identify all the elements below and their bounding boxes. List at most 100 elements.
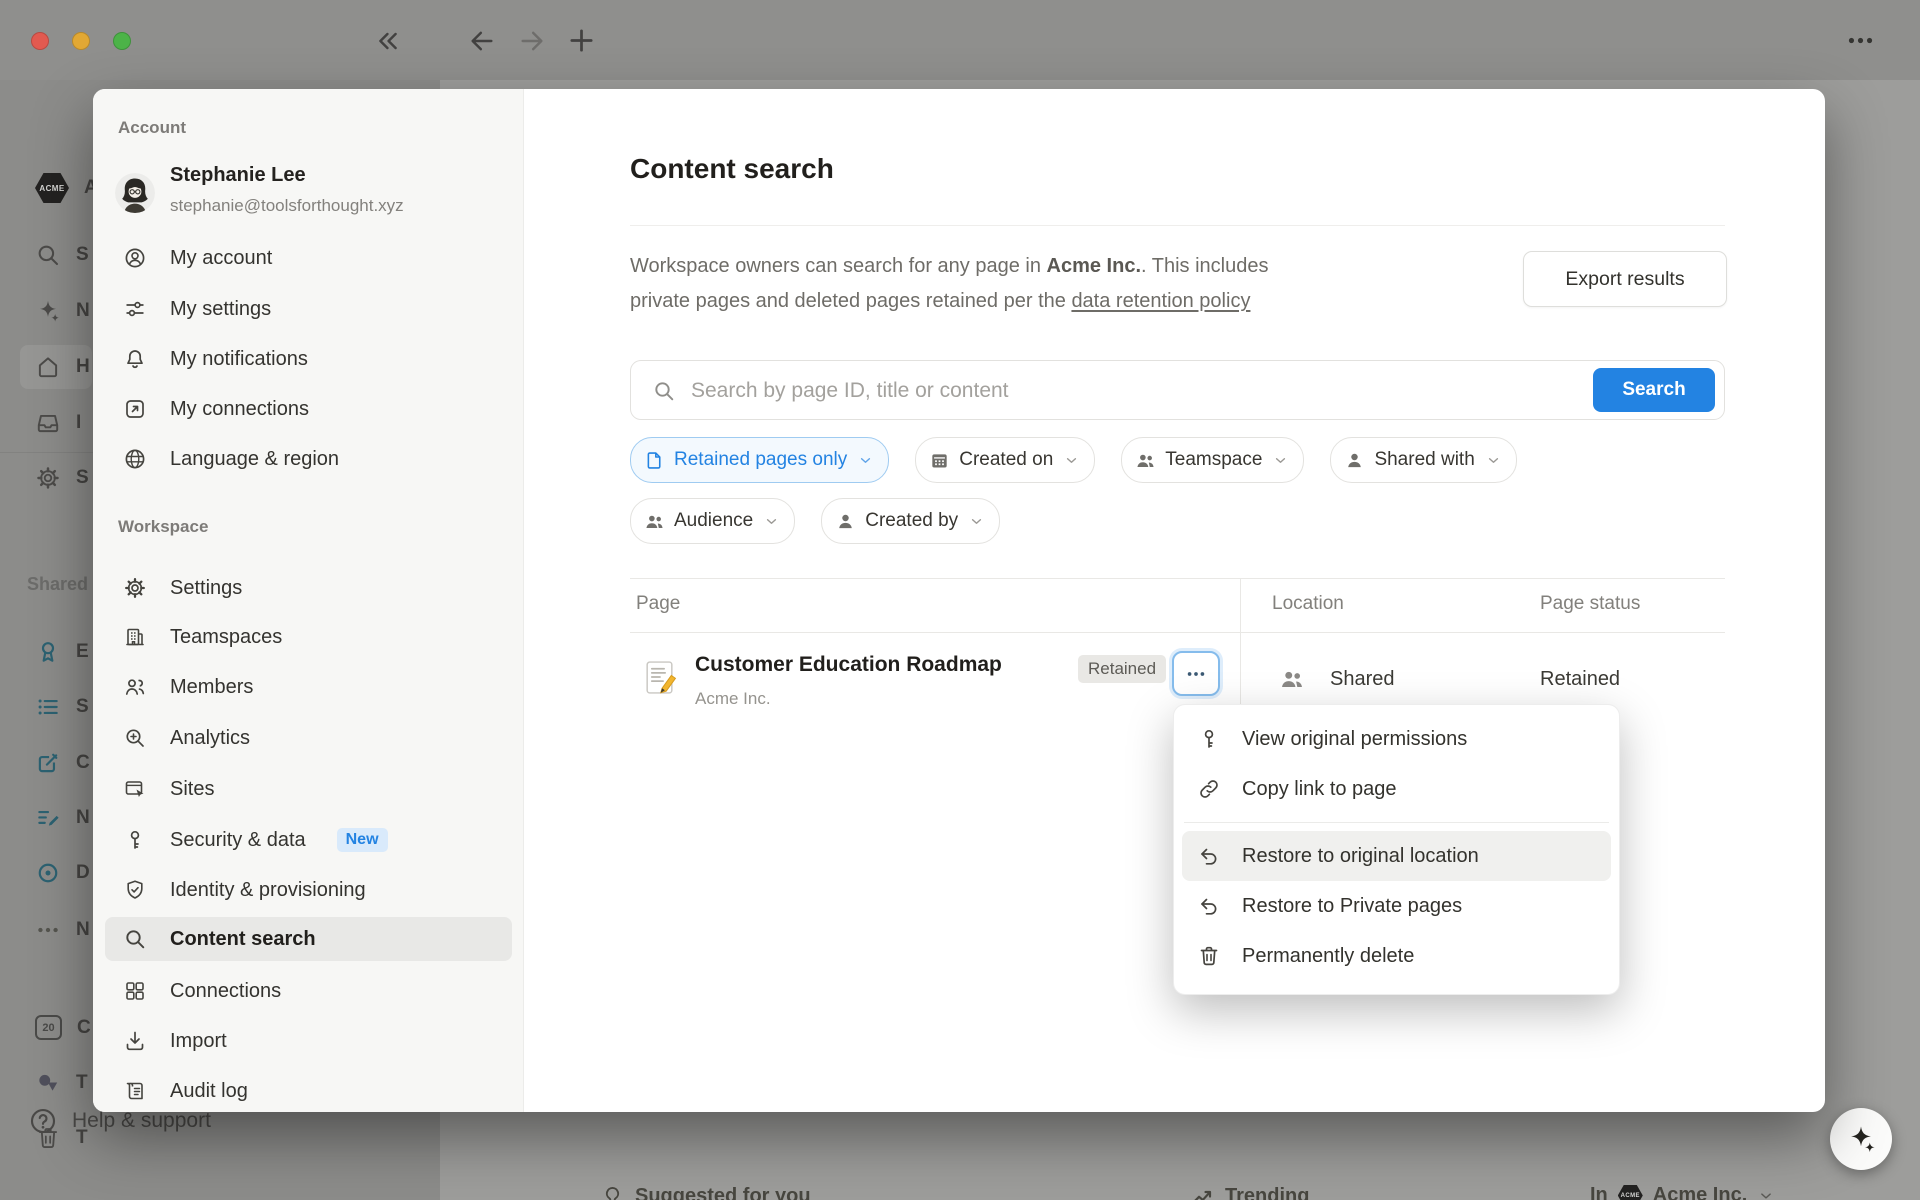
- people-icon: [1135, 450, 1156, 471]
- sparkles-icon: [35, 298, 61, 324]
- forward-icon[interactable]: [518, 27, 546, 55]
- page-workspace-subtitle: Acme Inc.: [695, 689, 771, 709]
- background-sidebar-item-search: S: [35, 242, 89, 268]
- zoom-window-button[interactable]: [113, 32, 131, 50]
- undo-icon: [1197, 844, 1221, 868]
- people-icon: [123, 675, 147, 699]
- row-more-button[interactable]: [1172, 651, 1220, 696]
- sidebar-item-my-settings[interactable]: My settings: [105, 287, 512, 331]
- menu-item-view-original-permissions[interactable]: View original permissions: [1182, 714, 1611, 764]
- retained-badge: Retained: [1078, 655, 1166, 683]
- sidebar-item-my-connections[interactable]: My connections: [105, 387, 512, 431]
- sidebar-item-analytics[interactable]: Analytics: [105, 716, 512, 760]
- grid-icon: [123, 979, 147, 1003]
- sidebar-item-members[interactable]: Members: [105, 665, 512, 709]
- background-sidebar-item-ai: N: [35, 298, 90, 324]
- list-pencil-icon: [35, 805, 61, 831]
- background-shared-section-label: Shared: [27, 574, 88, 595]
- magnifier-plus-icon: [123, 726, 147, 750]
- ai-assistant-button[interactable]: [1830, 1108, 1892, 1170]
- chevron-down-icon: [968, 513, 985, 530]
- trash-icon: [1197, 944, 1221, 968]
- user-name: Stephanie Lee: [170, 164, 306, 187]
- back-icon[interactable]: [468, 27, 496, 55]
- search-icon: [652, 379, 676, 403]
- avatar: [115, 173, 155, 213]
- chevron-down-icon: [1272, 452, 1289, 469]
- dots-icon: [35, 917, 61, 943]
- menu-item-permanently-delete[interactable]: Permanently delete: [1182, 931, 1611, 981]
- acme-logo: ACME: [35, 173, 69, 203]
- key-icon: [123, 828, 147, 852]
- background-page-item: N: [35, 805, 90, 831]
- building-icon: [123, 625, 147, 649]
- workspace-name: Acme Inc.: [1047, 255, 1141, 277]
- sidebar-item-content-search[interactable]: Content search: [105, 917, 512, 961]
- calendar-icon: 20: [35, 1015, 62, 1040]
- filter-teamspace[interactable]: Teamspace: [1121, 437, 1304, 483]
- new-tab-icon[interactable]: [566, 25, 597, 56]
- trending-up-icon: [1190, 1184, 1215, 1200]
- background-page-item: E: [35, 639, 89, 665]
- sidebar-item-my-account[interactable]: My account: [105, 236, 512, 280]
- sidebar-item-sites[interactable]: Sites: [105, 767, 512, 811]
- column-header-location: Location: [1272, 593, 1344, 615]
- window-more-icon[interactable]: [1845, 25, 1876, 56]
- suggested-for-you: Suggested for you: [600, 1184, 811, 1200]
- undo-icon: [1197, 894, 1221, 918]
- column-header-page-status: Page status: [1540, 593, 1640, 615]
- person-icon: [835, 511, 856, 532]
- table-top-border: [630, 578, 1725, 579]
- page-description: Workspace owners can search for any page…: [630, 249, 1430, 319]
- background-page-item: C: [35, 750, 90, 776]
- home-icon: [35, 354, 61, 380]
- page-title-link[interactable]: Customer Education Roadmap: [695, 653, 1002, 677]
- sidebar-item-import[interactable]: Import: [105, 1019, 512, 1063]
- trending: Trending: [1190, 1184, 1309, 1200]
- list-icon: [35, 694, 61, 720]
- download-icon: [123, 1029, 147, 1053]
- sidebar-item-security-data[interactable]: Security & dataNew: [105, 818, 512, 862]
- browser-cursor-icon: [123, 777, 147, 801]
- filter-created-by[interactable]: Created by: [821, 498, 1000, 544]
- sparkle-icon: [1845, 1123, 1877, 1155]
- menu-item-restore-private-pages[interactable]: Restore to Private pages: [1182, 881, 1611, 931]
- close-window-button[interactable]: [31, 32, 49, 50]
- workspace-section-label: Workspace: [118, 517, 208, 537]
- sidebar-item-teamspaces[interactable]: Teamspaces: [105, 615, 512, 659]
- sidebar-item-audit-log[interactable]: Audit log: [105, 1069, 512, 1112]
- export-results-button[interactable]: Export results: [1523, 251, 1727, 307]
- background-sidebar-item-inbox: I: [35, 410, 81, 436]
- minimize-window-button[interactable]: [72, 32, 90, 50]
- sidebar-item-connections[interactable]: Connections: [105, 969, 512, 1013]
- document-icon: [644, 450, 665, 471]
- settings-sidebar: Account Stephanie Lee stephanie@toolsfor…: [93, 89, 524, 1112]
- background-workspace-switcher: ACME A: [35, 173, 98, 203]
- page-status-value: Retained: [1540, 668, 1620, 691]
- filter-shared-with[interactable]: Shared with: [1330, 437, 1516, 483]
- scroll-icon: [123, 1079, 147, 1103]
- search-button[interactable]: Search: [1593, 368, 1715, 412]
- sidebar-item-identity-provisioning[interactable]: Identity & provisioning: [105, 868, 512, 912]
- gear-icon: [123, 576, 147, 600]
- key-icon: [1197, 727, 1221, 751]
- filter-audience[interactable]: Audience: [630, 498, 795, 544]
- menu-item-copy-link[interactable]: Copy link to page: [1182, 764, 1611, 814]
- sidebar-item-my-notifications[interactable]: My notifications: [105, 337, 512, 381]
- sidebar-item-language-region[interactable]: Language & region: [105, 437, 512, 481]
- sidebar-item-settings[interactable]: Settings: [105, 566, 512, 610]
- search-input[interactable]: [689, 362, 1553, 420]
- filter-row-1: Retained pages only Created on Teamspace…: [630, 437, 1517, 483]
- person-icon: [1344, 450, 1365, 471]
- filter-retained-pages-only[interactable]: Retained pages only: [630, 437, 889, 483]
- menu-item-restore-original-location[interactable]: Restore to original location: [1182, 831, 1611, 881]
- people-icon: [644, 511, 665, 532]
- inbox-icon: [35, 410, 61, 436]
- filter-created-on[interactable]: Created on: [915, 437, 1095, 483]
- chevron-down-icon: [857, 452, 874, 469]
- location-value: Shared: [1330, 668, 1395, 691]
- chevron-down-icon: [1063, 452, 1080, 469]
- data-retention-policy-link[interactable]: data retention policy: [1071, 290, 1250, 312]
- collapse-sidebar-icon[interactable]: [374, 27, 402, 55]
- user-email: stephanie@toolsforthought.xyz: [170, 196, 404, 216]
